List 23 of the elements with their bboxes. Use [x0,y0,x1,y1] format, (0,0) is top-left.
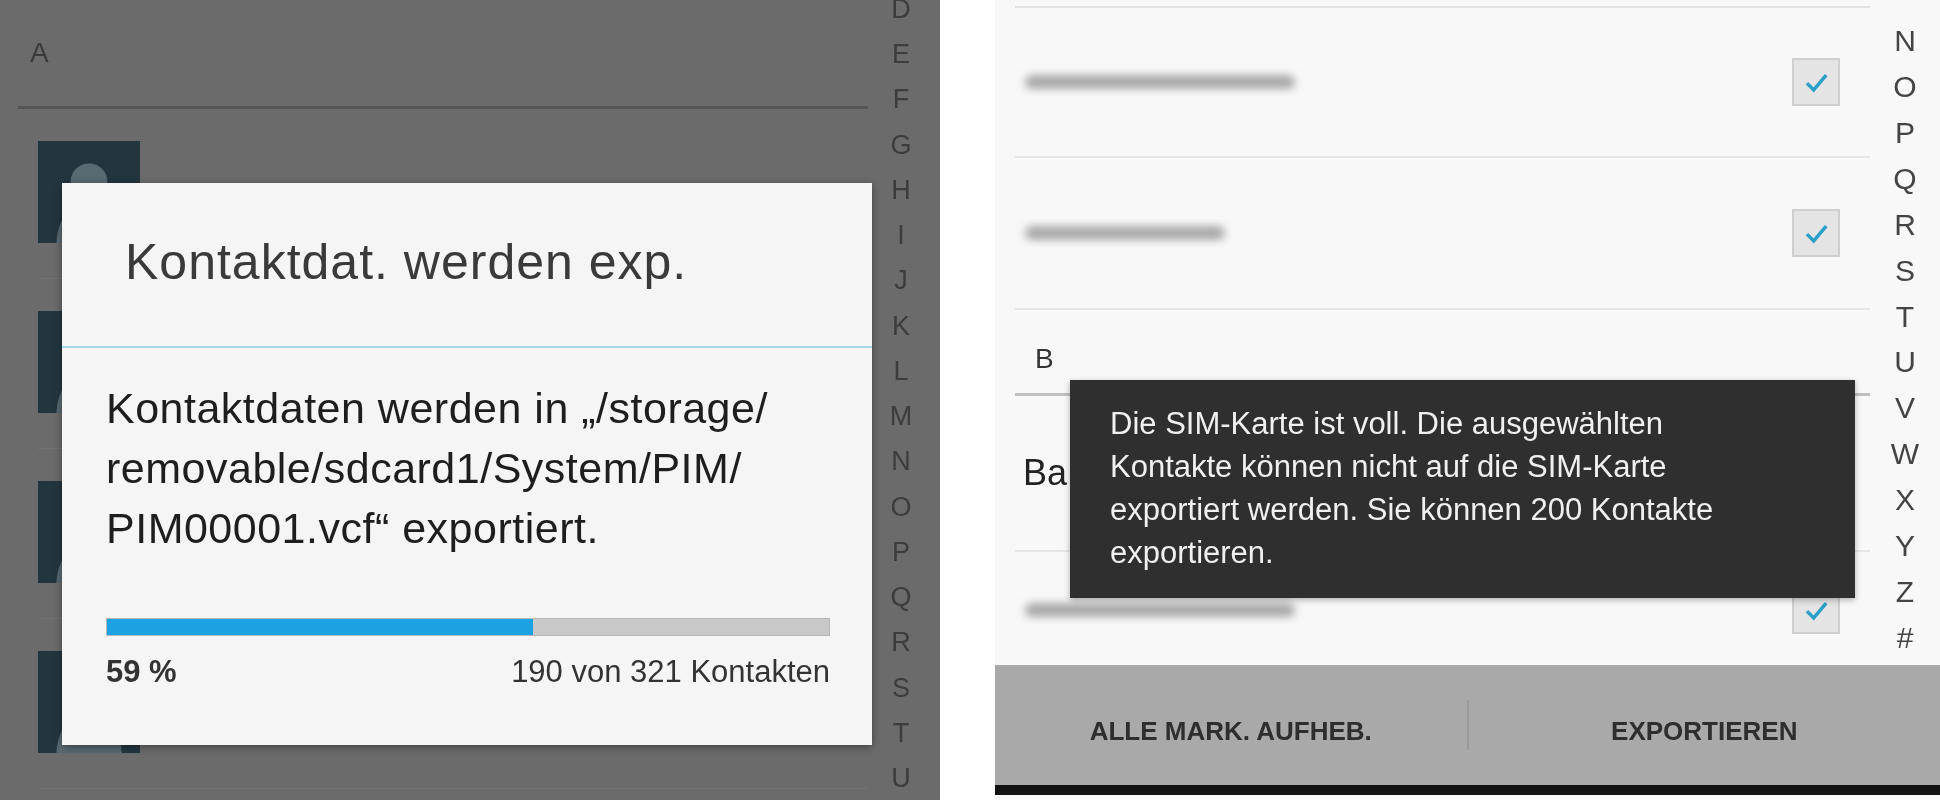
index-letter[interactable]: S [1895,253,1915,288]
dialog-message: Kontaktdaten werden in „/storage/ removable/sdcard1/System/PIM/ PIM00001.vcf“ exportiert. [106,383,769,554]
section-letter: B [1035,343,1054,375]
index-letter[interactable]: Q [1893,161,1917,196]
index-letter[interactable]: # [1896,621,1914,655]
index-letter[interactable]: W [1890,437,1920,472]
index-letter[interactable]: Y [1895,529,1915,564]
dialog-title: Kontaktdat. werden exp. [62,183,872,348]
index-letter[interactable]: P [1895,115,1915,150]
percent-label: 59 % [106,654,177,690]
index-letter[interactable]: V [1895,391,1915,426]
index-letter[interactable]: X [1895,483,1915,518]
index-letter[interactable]: O [1893,69,1917,104]
index-letter[interactable]: U [1894,345,1916,380]
sim-full-toast: Die SIM-Karte ist voll. Die ausgewählten Kontakte können nicht auf die SIM-Karte exportiert werden. Sie können 200 Kontakte exportieren. [1070,380,1855,598]
index-letter[interactable]: T [1895,299,1915,334]
contact-name[interactable]: Ba [1015,452,1068,494]
checkbox[interactable] [1792,209,1840,257]
count-label: 190 von 321 Kontakten [511,654,830,690]
index-letter[interactable]: N [1894,24,1916,58]
checkbox[interactable] [1792,58,1840,106]
index-letter[interactable]: R [1894,207,1916,242]
index-letter[interactable]: Z [1895,575,1915,610]
